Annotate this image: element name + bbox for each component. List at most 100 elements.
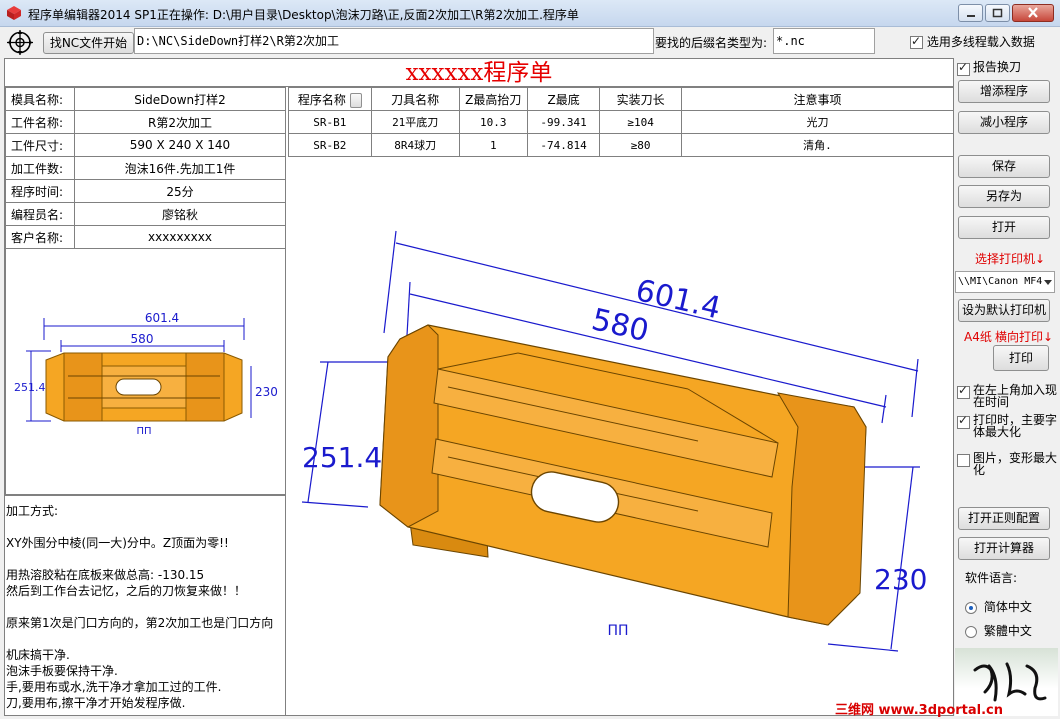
part-drawing: 601.4 580 251.4 230 ПП: [301, 230, 927, 652]
paper-a4-label: A4纸: [964, 330, 992, 344]
info-value[interactable]: SideDown打样2: [74, 87, 286, 111]
cell-notes[interactable]: 光刀: [680, 110, 955, 134]
table-row[interactable]: SR-B1 21平底刀 10.3 -99.341 ≥104 光刀: [288, 110, 955, 134]
info-table: 模具名称: SideDown打样2 工件名称: R第2次加工 工件尺寸: 590 X …: [5, 87, 286, 249]
cell-program-name[interactable]: SR-B2: [288, 133, 372, 157]
info-key: 加工件数:: [5, 156, 75, 180]
note-line: 刀,要用布,擦干净才开始发程序做.: [6, 696, 186, 710]
thumb-dim-right: 230: [255, 385, 278, 399]
info-value[interactable]: 590 X 240 X 140: [74, 133, 286, 157]
landscape-print-label: 横向打印↓: [995, 330, 1054, 344]
note-line: 机床搞干净.: [6, 648, 70, 662]
dim-right: 230: [874, 563, 927, 596]
print-button[interactable]: 打印: [993, 345, 1049, 371]
thumb-dim-overall: 601.4: [145, 311, 179, 325]
main-drawing[interactable]: 601.4 580 251.4 230 ПП: [288, 157, 954, 715]
close-button[interactable]: [1012, 4, 1054, 22]
info-row: 客户名称: xxxxxxxxx: [5, 225, 286, 249]
minimize-button[interactable]: [958, 4, 983, 22]
open-button[interactable]: 打开: [958, 216, 1050, 239]
window-title: 程序单编辑器2014 SP1正在操作: D:\用户目录\Desktop\泡沫刀路…: [28, 8, 579, 22]
report-tool-change-checkbox[interactable]: [957, 61, 970, 76]
info-row: 编程员名: 廖铭秋: [5, 202, 286, 226]
extension-input[interactable]: *.nc: [773, 28, 875, 54]
cell-tool-name[interactable]: 21平底刀: [370, 110, 460, 134]
info-value[interactable]: 泡沫16件.先加工1件: [74, 156, 286, 180]
note-line: 手,要用布或水,洗干净才拿加工过的工件.: [6, 680, 222, 694]
cell-z-min[interactable]: -74.814: [526, 133, 601, 157]
info-key: 编程员名:: [5, 202, 75, 226]
report-tool-change-label: 报告换刀: [973, 60, 1022, 74]
remove-program-button[interactable]: 减小程序: [958, 111, 1050, 134]
multithread-load-checkbox[interactable]: [910, 34, 923, 49]
lang-simplified-label: 简体中文: [983, 600, 1032, 614]
multithread-load-checkbox-row[interactable]: 选用多线程载入数据: [910, 33, 1035, 50]
save-button[interactable]: 保存: [958, 155, 1050, 178]
table-row[interactable]: SR-B2 8R4球刀 1 -74.814 ≥80 清角.: [288, 133, 955, 157]
printer-select[interactable]: \\MI\Canon MF4: [955, 271, 1055, 293]
language-label: 软件语言:: [965, 571, 1018, 585]
cell-z-max-lift[interactable]: 10.3: [458, 110, 528, 134]
column-header-tool-name[interactable]: 刀具名称: [370, 87, 460, 111]
thumb-dim-bottom: ПП: [136, 426, 151, 437]
cell-tool-length[interactable]: ≥80: [599, 133, 682, 157]
thumbnail-drawing[interactable]: 601.4 580 251.4 230 ПП: [5, 248, 286, 495]
info-value[interactable]: 25分: [74, 179, 286, 203]
lang-simplified-option[interactable]: 简体中文: [965, 598, 1032, 615]
image-max-checkbox[interactable]: [957, 454, 970, 467]
add-program-button[interactable]: 增添程序: [958, 80, 1050, 103]
part-thumbnail: 601.4 580 251.4 230 ПП: [14, 311, 278, 437]
save-as-button[interactable]: 另存为: [958, 185, 1050, 208]
maximize-button[interactable]: [985, 4, 1010, 22]
image-max-label: 图片，变形最大化: [973, 451, 1058, 477]
info-key: 模具名称:: [5, 87, 75, 111]
app-logo-icon: [7, 6, 21, 20]
info-value[interactable]: 廖铭秋: [74, 202, 286, 226]
column-header-notes[interactable]: 注意事项: [680, 87, 955, 111]
info-row: 加工件数: 泡沫16件.先加工1件: [5, 156, 286, 180]
minimize-icon: [967, 15, 975, 17]
info-value[interactable]: R第2次加工: [74, 110, 286, 134]
column-header-z-max-lift[interactable]: Z最高抬刀: [458, 87, 528, 111]
note-line: 然后到工作台去记忆，之后的刀恢复来做！！: [6, 584, 247, 598]
open-regex-config-button[interactable]: 打开正则配置: [958, 507, 1050, 530]
program-sheet: xxxxxx程序单 模具名称: SideDown打样2 工件名称: R第2次加工 工…: [4, 58, 955, 716]
thumb-part-body: [45, 352, 243, 422]
multithread-load-label: 选用多线程载入数据: [926, 35, 1035, 49]
open-calculator-button[interactable]: 打开计算器: [958, 537, 1050, 560]
lang-traditional-label: 繁體中文: [983, 624, 1032, 638]
info-row: 程序时间: 25分: [5, 179, 286, 203]
program-table: 程序名称 刀具名称 Z最高抬刀 Z最底 实装刀长 注意事项 SR-B1 21平底…: [288, 87, 955, 157]
processing-notes[interactable]: 加工方式: XY外围分中棱(同一大)分中。Z顶面为零!! 用热溶胶粘在底板来做总…: [5, 495, 286, 716]
cell-tool-name[interactable]: 8R4球刀: [370, 133, 460, 157]
max-font-checkbox[interactable]: [957, 414, 970, 429]
lang-simplified-radio[interactable]: [965, 601, 977, 614]
cell-tool-length[interactable]: ≥104: [599, 110, 682, 134]
path-input[interactable]: D:\NC\SideDown打样2\R第2次加工: [134, 28, 654, 54]
add-time-label: 在左上角加入现在时间: [973, 383, 1058, 409]
info-value[interactable]: xxxxxxxxx: [74, 225, 286, 249]
info-key: 程序时间:: [5, 179, 75, 203]
cell-z-min[interactable]: -99.341: [526, 110, 601, 134]
cell-program-name[interactable]: SR-B1: [288, 110, 372, 134]
column-header-tool-length[interactable]: 实装刀长: [599, 87, 682, 111]
column-header-program-name[interactable]: 程序名称: [288, 87, 372, 111]
note-line: 泡沫手板要保持干净.: [6, 664, 118, 678]
set-default-printer-button[interactable]: 设为默认打印机: [958, 299, 1050, 322]
add-time-checkbox[interactable]: [957, 384, 970, 399]
part-body: [379, 324, 867, 626]
program-table-header: 程序名称 刀具名称 Z最高抬刀 Z最底 实装刀长 注意事项: [288, 87, 955, 111]
crosshair-icon[interactable]: [6, 29, 34, 56]
maximize-icon: [992, 8, 1003, 18]
extension-label: 要找的后缀名类型为:: [655, 36, 768, 50]
column-header-z-min[interactable]: Z最底: [526, 87, 601, 111]
cell-notes[interactable]: 清角.: [680, 133, 955, 157]
find-nc-file-button[interactable]: 找NC文件开始: [43, 32, 134, 54]
sort-button[interactable]: [349, 92, 362, 108]
lang-traditional-option[interactable]: 繁體中文: [965, 622, 1032, 639]
cell-z-max-lift[interactable]: 1: [458, 133, 528, 157]
dim-bottom: ПП: [607, 623, 628, 639]
info-row: 工件尺寸: 590 X 240 X 140: [5, 133, 286, 157]
lang-traditional-radio[interactable]: [965, 625, 977, 638]
info-row: 模具名称: SideDown打样2: [5, 87, 286, 111]
